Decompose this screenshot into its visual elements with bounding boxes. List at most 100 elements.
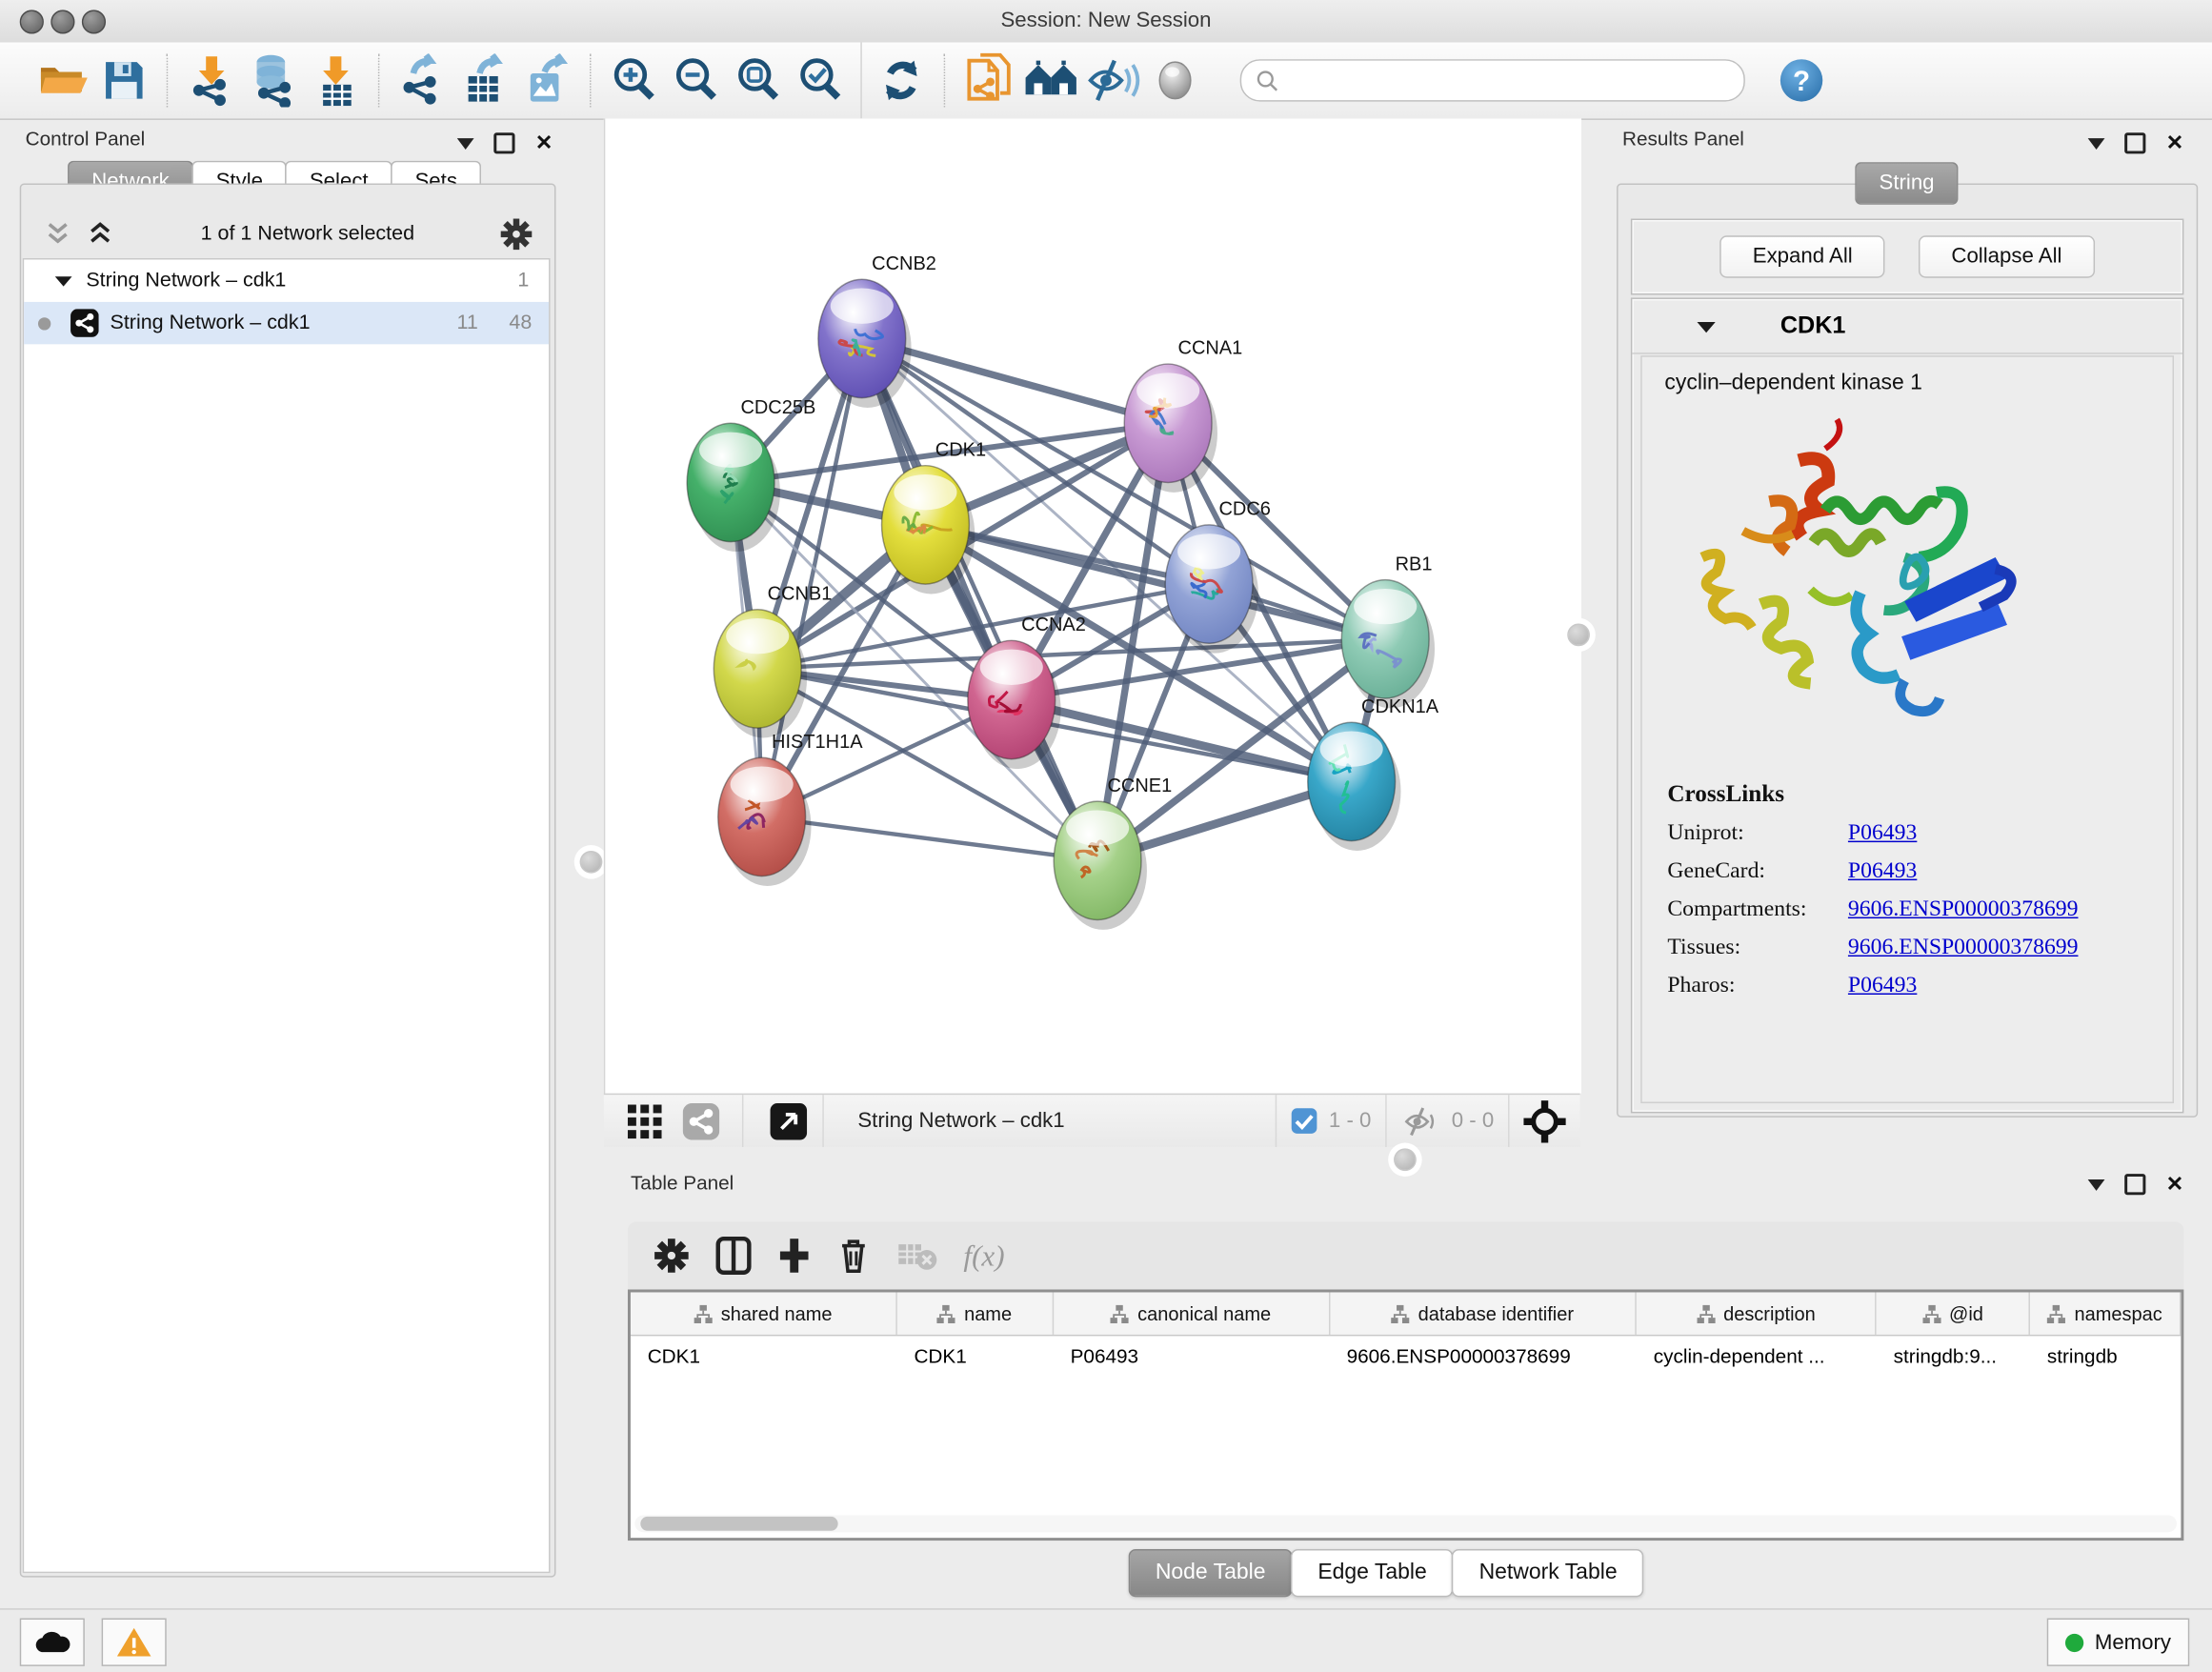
control-panel-close-icon[interactable]: ✕ — [535, 135, 553, 151]
node-label-cdk1: CDK1 — [935, 439, 986, 460]
table-panel-float-icon[interactable] — [2125, 1174, 2146, 1195]
cell-shared-name[interactable]: CDK1 — [631, 1336, 897, 1378]
network-tree-root-row[interactable]: String Network – cdk1 1 — [24, 259, 549, 301]
network-options-gear-icon[interactable] — [499, 217, 533, 252]
render-detail-button[interactable] — [1144, 50, 1206, 111]
control-panel-menu-icon[interactable] — [457, 137, 474, 149]
cloud-button[interactable] — [20, 1619, 85, 1666]
export-table-button[interactable] — [454, 50, 516, 111]
control-panel-float-icon[interactable] — [494, 132, 515, 153]
network-node-rb1[interactable] — [1341, 580, 1435, 709]
tree-expander-icon[interactable] — [55, 273, 72, 288]
import-table-button[interactable] — [305, 50, 367, 111]
network-node-ccna2[interactable] — [968, 640, 1061, 769]
node-label-cdkn1a: CDKN1A — [1361, 696, 1439, 717]
refresh-button[interactable] — [871, 50, 933, 111]
zoom-fit-button[interactable] — [728, 50, 790, 111]
network-node-cdc6[interactable] — [1165, 525, 1258, 654]
table-hscrollbar-thumb[interactable] — [640, 1517, 837, 1531]
string-view-icon[interactable] — [683, 1102, 720, 1139]
stringapp-button[interactable] — [958, 50, 1020, 111]
table-panel-close-icon[interactable]: ✕ — [2166, 1177, 2184, 1192]
crosslink-link[interactable]: 9606.ENSP00000378699 — [1848, 936, 2079, 961]
grid-view-icon[interactable] — [627, 1102, 664, 1139]
tab-node-table[interactable]: Node Table — [1129, 1549, 1293, 1597]
network-node-ccne1[interactable] — [1054, 801, 1147, 930]
cell-description[interactable]: cyclin-dependent ... — [1637, 1336, 1877, 1378]
column-header-shared-name[interactable]: shared name — [631, 1292, 897, 1334]
selected-checkbox-icon[interactable] — [1291, 1107, 1317, 1134]
import-network-file-button[interactable] — [181, 50, 243, 111]
column-header-namespac[interactable]: namespac — [2030, 1292, 2181, 1334]
column-header-description[interactable]: description — [1637, 1292, 1877, 1334]
column-header-name[interactable]: name — [897, 1292, 1054, 1334]
hide-graphics-details-button[interactable] — [1082, 50, 1144, 111]
right-splitter-handle[interactable] — [1567, 624, 1590, 647]
expand-all-button[interactable]: Expand All — [1720, 235, 1885, 277]
network-tree-child-row[interactable]: String Network – cdk1 11 48 — [24, 302, 549, 344]
warnings-button[interactable] — [102, 1619, 167, 1666]
cell-namespac[interactable]: stringdb — [2030, 1336, 2181, 1378]
collapse-all-button[interactable]: Collapse All — [1919, 235, 2094, 277]
show-columns-icon[interactable] — [715, 1236, 753, 1275]
search-field[interactable] — [1240, 59, 1745, 101]
layouts-home-button[interactable] — [1020, 50, 1082, 111]
minimize-window-button[interactable] — [50, 10, 74, 33]
crosslink-link[interactable]: P06493 — [1848, 859, 1917, 885]
column-header-database-identifier[interactable]: database identifier — [1330, 1292, 1637, 1334]
pan-crosshair-icon[interactable] — [1523, 1099, 1565, 1141]
network-node-hist1h1a[interactable] — [718, 757, 812, 886]
zoom-in-button[interactable] — [604, 50, 666, 111]
network-node-ccnb1[interactable] — [714, 610, 807, 738]
cell--id[interactable]: stringdb:9... — [1877, 1336, 2030, 1378]
table-row[interactable]: CDK1CDK1P064939606.ENSP00000378699cyclin… — [631, 1336, 2181, 1378]
cell-canonical-name[interactable]: P06493 — [1054, 1336, 1330, 1378]
results-panel-title: Results Panel — [1622, 127, 1744, 150]
results-panel-menu-icon[interactable] — [2088, 137, 2105, 149]
close-window-button[interactable] — [20, 10, 44, 33]
left-splitter-handle[interactable] — [580, 851, 603, 874]
table-panel-menu-icon[interactable] — [2088, 1178, 2105, 1190]
collapse-all-chevrons-icon[interactable] — [42, 220, 73, 249]
zoom-window-button[interactable] — [82, 10, 106, 33]
expand-all-chevrons-icon[interactable] — [85, 220, 116, 249]
column-type-icon — [1111, 1304, 1129, 1322]
birdseye-view-icon[interactable] — [769, 1101, 808, 1140]
crosslink-row: GeneCard:P06493 — [1667, 859, 2161, 885]
column-header--id[interactable]: @id — [1877, 1292, 2030, 1334]
protein-description: cyclin–dependent kinase 1 — [1642, 357, 2173, 396]
export-image-button[interactable] — [516, 50, 578, 111]
stringapp-document-icon — [963, 52, 1014, 109]
tab-string[interactable]: String — [1855, 162, 1957, 204]
network-node-ccnb2[interactable] — [818, 279, 912, 408]
import-network-database-button[interactable] — [243, 50, 305, 111]
cell-name[interactable]: CDK1 — [897, 1336, 1054, 1378]
zoom-out-button[interactable] — [666, 50, 728, 111]
table-toolbar: f(x) — [628, 1221, 2183, 1289]
memory-label: Memory — [2095, 1630, 2171, 1654]
node-table[interactable]: shared namenamecanonical namedatabase id… — [628, 1290, 2183, 1541]
export-network-button[interactable] — [392, 50, 454, 111]
search-input[interactable] — [1278, 68, 1730, 93]
column-header-canonical-name[interactable]: canonical name — [1054, 1292, 1330, 1334]
crosslink-link[interactable]: P06493 — [1848, 821, 1917, 847]
delete-column-icon[interactable] — [836, 1236, 871, 1275]
protein-collapse-icon[interactable] — [1697, 318, 1715, 333]
zoom-selected-button[interactable] — [790, 50, 852, 111]
crosslink-link[interactable]: 9606.ENSP00000378699 — [1848, 897, 2079, 923]
tab-network-table[interactable]: Network Table — [1452, 1549, 1643, 1597]
results-panel-close-icon[interactable]: ✕ — [2166, 135, 2184, 151]
help-button[interactable]: ? — [1770, 50, 1832, 111]
network-node-cdkn1a[interactable] — [1308, 722, 1401, 851]
protein-structure-image — [1684, 416, 2051, 769]
open-session-button[interactable] — [31, 50, 93, 111]
cell-database-identifier[interactable]: 9606.ENSP00000378699 — [1330, 1336, 1637, 1378]
tab-edge-table[interactable]: Edge Table — [1291, 1549, 1454, 1597]
add-column-icon[interactable] — [777, 1236, 812, 1275]
crosslink-link[interactable]: P06493 — [1848, 974, 1917, 999]
network-canvas[interactable]: CCNB2CCNA1CDC25BCDK1CDC6RB1CCNB1CCNA2CDK… — [604, 118, 1581, 1093]
results-panel-float-icon[interactable] — [2125, 132, 2146, 153]
memory-button[interactable]: Memory — [2046, 1619, 2189, 1666]
save-session-button[interactable] — [93, 50, 155, 111]
table-settings-gear-icon[interactable] — [654, 1238, 691, 1275]
